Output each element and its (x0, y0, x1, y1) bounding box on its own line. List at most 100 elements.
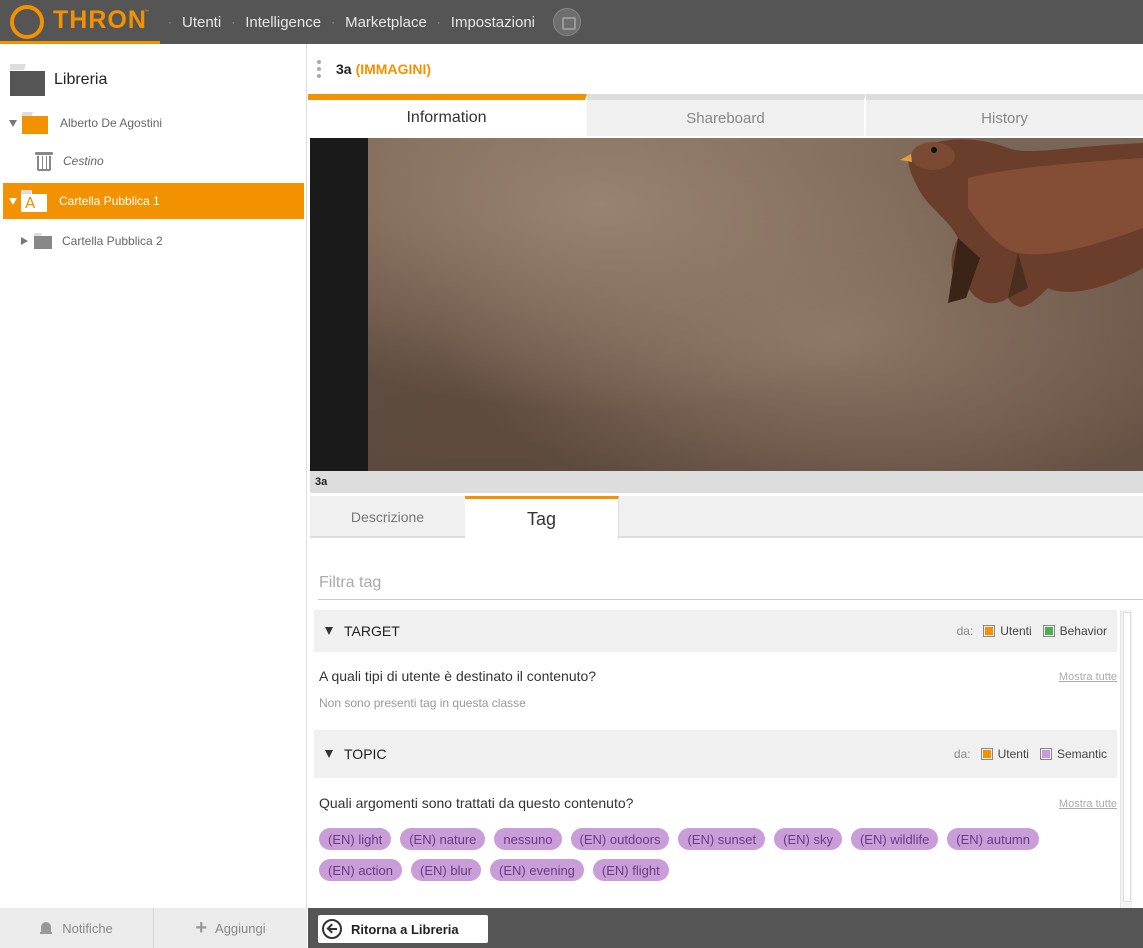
content-type: (IMMAGINI) (355, 61, 432, 77)
tab-information[interactable]: Information (308, 94, 587, 136)
nav-separator: · (436, 15, 441, 29)
nav-item-intelligence[interactable]: Intelligence (243, 14, 323, 31)
tree-item-cartella-pubblica-1[interactable]: A Cartella Pubblica 1 (3, 183, 304, 219)
preview-caption: 3a (310, 471, 1143, 493)
source-behavior-label: Behavior (1059, 624, 1107, 638)
source-prefix: da: (956, 624, 974, 638)
source-users-label: Utenti (1000, 624, 1032, 638)
tag-chip[interactable]: (EN) outdoors (570, 828, 670, 850)
tree-item-cestino[interactable]: Cestino (0, 143, 307, 179)
trash-icon (35, 150, 53, 172)
content-breadcrumb: 3a (IMMAGINI) (308, 56, 431, 82)
tag-chip[interactable]: (EN) sunset (678, 828, 766, 850)
library-header: Libreria (10, 64, 107, 96)
source-users-checkbox[interactable] (983, 625, 996, 637)
collapse-triangle-icon[interactable] (325, 627, 333, 635)
preview-image (368, 138, 1143, 471)
bird-illustration (900, 139, 1143, 307)
show-all-link[interactable]: Mostra tutte (1059, 798, 1117, 810)
tag-panel-scrollbar[interactable] (1120, 610, 1132, 908)
library-title: Libreria (54, 71, 108, 88)
collapse-arrow-icon[interactable] (21, 237, 28, 245)
content-detail: 3a (IMMAGINI) Information Shareboard His… (308, 44, 1143, 908)
main-footer: Ritorna a Libreria (308, 908, 1143, 948)
nav-item-impostazioni[interactable]: Impostazioni (449, 14, 537, 31)
source-legend: da: Utenti Semantic (954, 747, 1107, 761)
image-preview[interactable] (310, 138, 1143, 471)
class-header-topic[interactable]: TOPIC da: Utenti Semantic (314, 730, 1117, 778)
tree-item-label: Cestino (63, 154, 104, 168)
class-title: TARGET (344, 623, 400, 639)
scrollbar-thumb[interactable] (1123, 612, 1131, 902)
tab-tag[interactable]: Tag (465, 496, 619, 539)
tag-chip[interactable]: (EN) wildlife (850, 828, 939, 850)
show-all-link[interactable]: Mostra tutte (1059, 671, 1117, 683)
add-label: Aggiungi (215, 920, 266, 936)
expand-arrow-icon[interactable] (9, 119, 17, 127)
tab-descrizione[interactable]: Descrizione (310, 496, 465, 538)
nav-item-marketplace[interactable]: Marketplace (343, 14, 429, 31)
logo-trademark: ™ (144, 9, 149, 15)
no-tags-message: Non sono presenti tag in questa classe (319, 696, 526, 710)
top-bar: THRON ™ · Utenti · Intelligence · Market… (0, 0, 1143, 44)
add-button[interactable]: + Aggiungi (154, 908, 307, 948)
tree-item-cartella-pubblica-2[interactable]: Cartella Pubblica 2 (0, 223, 307, 259)
tag-chip[interactable]: (EN) flight (592, 859, 669, 881)
source-legend: da: Utenti Behavior (957, 624, 1107, 638)
tag-chip[interactable]: (EN) nature (400, 828, 486, 850)
nav-item-utenti[interactable]: Utenti (180, 14, 223, 31)
expand-arrow-icon[interactable] (9, 197, 17, 205)
collapse-triangle-icon[interactable] (325, 750, 333, 758)
back-to-library-button[interactable]: Ritorna a Libreria (318, 915, 488, 943)
topic-tag-list: (EN) light (EN) nature nessuno (EN) outd… (319, 828, 1109, 881)
tree-item-label: Alberto De Agostini (60, 116, 163, 130)
tag-filter-input[interactable] (318, 568, 1143, 598)
library-sidebar: Libreria Alberto De Agostini Cestino A C… (0, 44, 307, 908)
tab-shareboard[interactable]: Shareboard (587, 94, 866, 136)
logo-text: THRON (53, 6, 147, 34)
tag-filter (318, 568, 1143, 600)
main-nav: · Utenti · Intelligence · Marketplace · … (160, 0, 581, 44)
folder-icon (22, 112, 48, 134)
notifications-label: Notifiche (62, 920, 113, 936)
back-label: Ritorna a Libreria (351, 921, 459, 937)
library-folder-icon (10, 64, 45, 96)
detail-tabs: Information Shareboard History (308, 94, 1143, 136)
tag-chip[interactable]: (EN) evening (490, 859, 584, 881)
class-header-target[interactable]: TARGET da: Utenti Behavior (314, 610, 1117, 652)
tag-panel: TARGET da: Utenti Behavior A quali tipi … (314, 610, 1117, 908)
class-question: Quali argomenti sono trattati da questo … (319, 795, 634, 811)
class-title: TOPIC (344, 746, 387, 762)
user-avatar-icon[interactable] (553, 8, 581, 36)
folder-icon (34, 233, 52, 249)
source-behavior-checkbox[interactable] (1042, 625, 1055, 637)
tag-chip[interactable]: (EN) light (319, 828, 392, 850)
source-semantic-label: Semantic (1056, 747, 1107, 761)
tag-chip[interactable]: (EN) autumn (947, 828, 1039, 850)
source-semantic-checkbox[interactable] (1039, 748, 1052, 760)
sidebar-footer: Notifiche + Aggiungi (0, 908, 307, 948)
nav-separator: · (168, 15, 172, 29)
drag-handle-icon[interactable] (317, 60, 323, 78)
nav-separator: · (331, 15, 336, 29)
info-subtabs: Descrizione Tag (310, 496, 1143, 539)
thron-logo[interactable]: THRON ™ (0, 0, 160, 44)
class-question: A quali tipi di utente è destinato il co… (319, 668, 597, 684)
logo-ring-icon (10, 5, 44, 39)
tag-chip[interactable]: (EN) blur (411, 859, 482, 881)
tag-chip[interactable]: (EN) sky (774, 828, 842, 850)
notifications-button[interactable]: Notifiche (0, 908, 154, 948)
nav-separator: · (231, 15, 236, 29)
tree-item-alberto-de-agostini[interactable]: Alberto De Agostini (0, 105, 307, 141)
tab-history[interactable]: History (866, 94, 1143, 136)
content-name: 3a (336, 61, 352, 77)
plus-icon: + (195, 917, 208, 939)
tag-chip[interactable]: (EN) action (319, 859, 403, 881)
back-arrow-icon (322, 919, 342, 939)
source-users-checkbox[interactable] (980, 748, 993, 760)
tag-chip[interactable]: nessuno (494, 828, 562, 850)
source-users-label: Utenti (997, 747, 1029, 761)
source-prefix: da: (953, 747, 971, 761)
tree-item-label: Cartella Pubblica 1 (59, 194, 160, 208)
tree-item-label: Cartella Pubblica 2 (62, 234, 163, 248)
